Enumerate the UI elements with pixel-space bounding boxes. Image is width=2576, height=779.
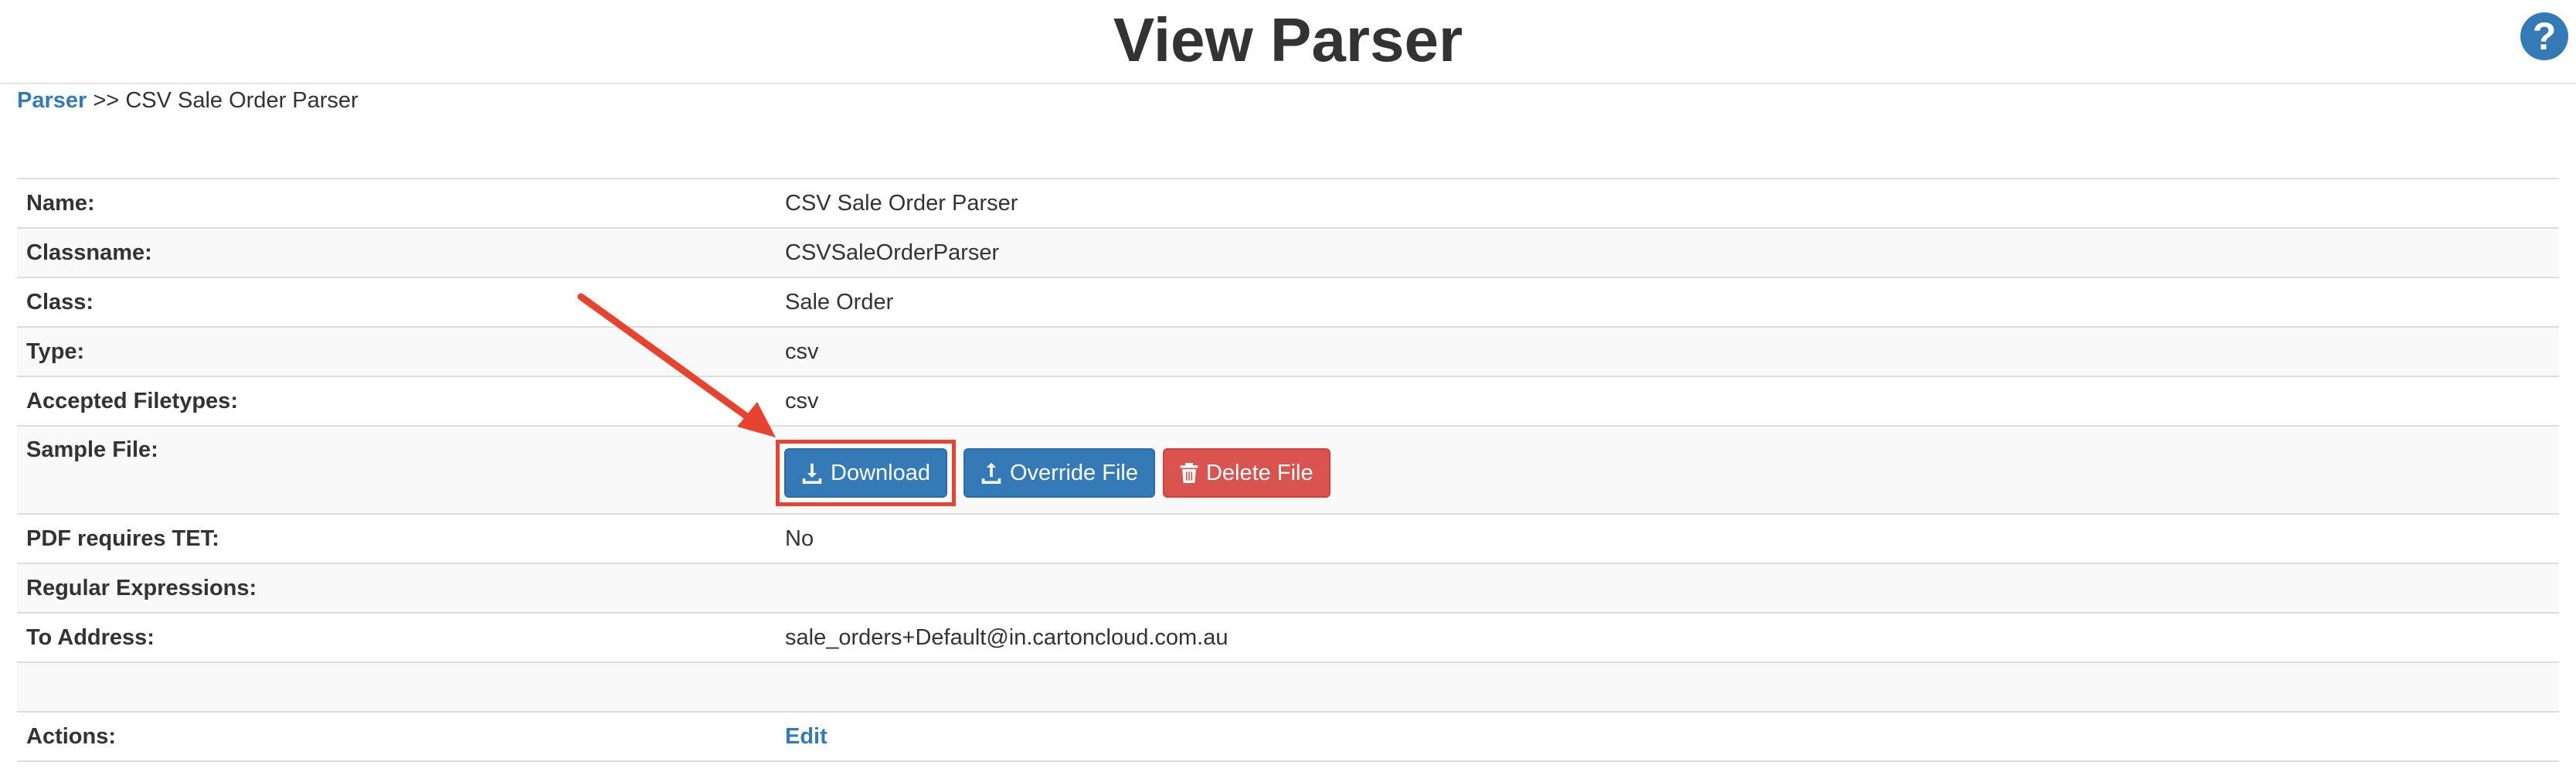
table-row: Sample File: Download Override File Dele… <box>17 425 2559 514</box>
table-row: Accepted Filetypes: csv <box>17 376 2559 426</box>
actions-cell: Edit <box>776 711 2559 762</box>
classname-label: Classname: <box>17 227 776 277</box>
to-address-value: sale_orders+Default@in.cartoncloud.com.a… <box>776 612 2559 662</box>
name-value: CSV Sale Order Parser <box>776 178 2559 228</box>
breadcrumb-parser-link[interactable]: Parser <box>17 88 87 113</box>
edit-link[interactable]: Edit <box>785 724 828 749</box>
filetypes-label: Accepted Filetypes: <box>17 376 776 426</box>
classname-value: CSVSaleOrderParser <box>776 227 2559 277</box>
class-value: Sale Order <box>776 277 2559 327</box>
type-value: csv <box>776 326 2559 376</box>
regex-value <box>776 563 2559 613</box>
parser-details-table: Name: CSV Sale Order Parser Classname: C… <box>17 178 2559 762</box>
table-row-empty <box>17 662 2559 712</box>
table-row: Classname: CSVSaleOrderParser <box>17 227 2559 277</box>
upload-icon <box>980 462 1002 484</box>
sample-file-label: Sample File: <box>17 425 776 514</box>
trash-icon <box>1180 463 1198 483</box>
type-label: Type: <box>17 326 776 376</box>
table-row: Type: csv <box>17 326 2559 376</box>
filetypes-value: csv <box>776 376 2559 426</box>
table-row: PDF requires TET: No <box>17 513 2559 563</box>
empty-cell <box>17 662 776 712</box>
class-label: Class: <box>17 277 776 327</box>
download-button[interactable]: Download <box>784 448 947 498</box>
download-button-label: Download <box>831 460 930 485</box>
override-file-button[interactable]: Override File <box>963 448 1155 498</box>
download-highlight-box: Download <box>776 440 956 506</box>
delete-file-button[interactable]: Delete File <box>1162 448 1330 498</box>
breadcrumb-separator: >> <box>93 88 120 113</box>
page-title: View Parser <box>1113 5 1463 74</box>
breadcrumb: Parser >> CSV Sale Order Parser <box>17 87 359 114</box>
name-label: Name: <box>17 178 776 228</box>
page: View Parser ? Parser >> CSV Sale Order P… <box>0 0 2576 779</box>
pdf-tet-label: PDF requires TET: <box>17 513 776 563</box>
table-row: Actions: Edit <box>17 711 2559 762</box>
table-row: Class: Sale Order <box>17 277 2559 327</box>
table-row: To Address: sale_orders+Default@in.carto… <box>17 612 2559 662</box>
delete-file-button-label: Delete File <box>1205 460 1313 485</box>
pdf-tet-value: No <box>776 513 2559 563</box>
breadcrumb-current: CSV Sale Order Parser <box>125 88 359 113</box>
download-icon <box>801 462 823 484</box>
sample-file-actions: Download Override File Delete File <box>776 425 2559 514</box>
table-row: Name: CSV Sale Order Parser <box>17 178 2559 228</box>
actions-label: Actions: <box>17 711 776 762</box>
to-address-label: To Address: <box>17 612 776 662</box>
override-file-button-label: Override File <box>1009 460 1138 485</box>
header: View Parser ? <box>0 0 2576 84</box>
sample-file-button-group: Download Override File Delete File <box>776 434 2550 506</box>
question-circle-icon[interactable]: ? <box>2520 12 2568 60</box>
regex-label: Regular Expressions: <box>17 563 776 613</box>
empty-cell <box>776 662 2559 712</box>
table-row: Regular Expressions: <box>17 563 2559 613</box>
